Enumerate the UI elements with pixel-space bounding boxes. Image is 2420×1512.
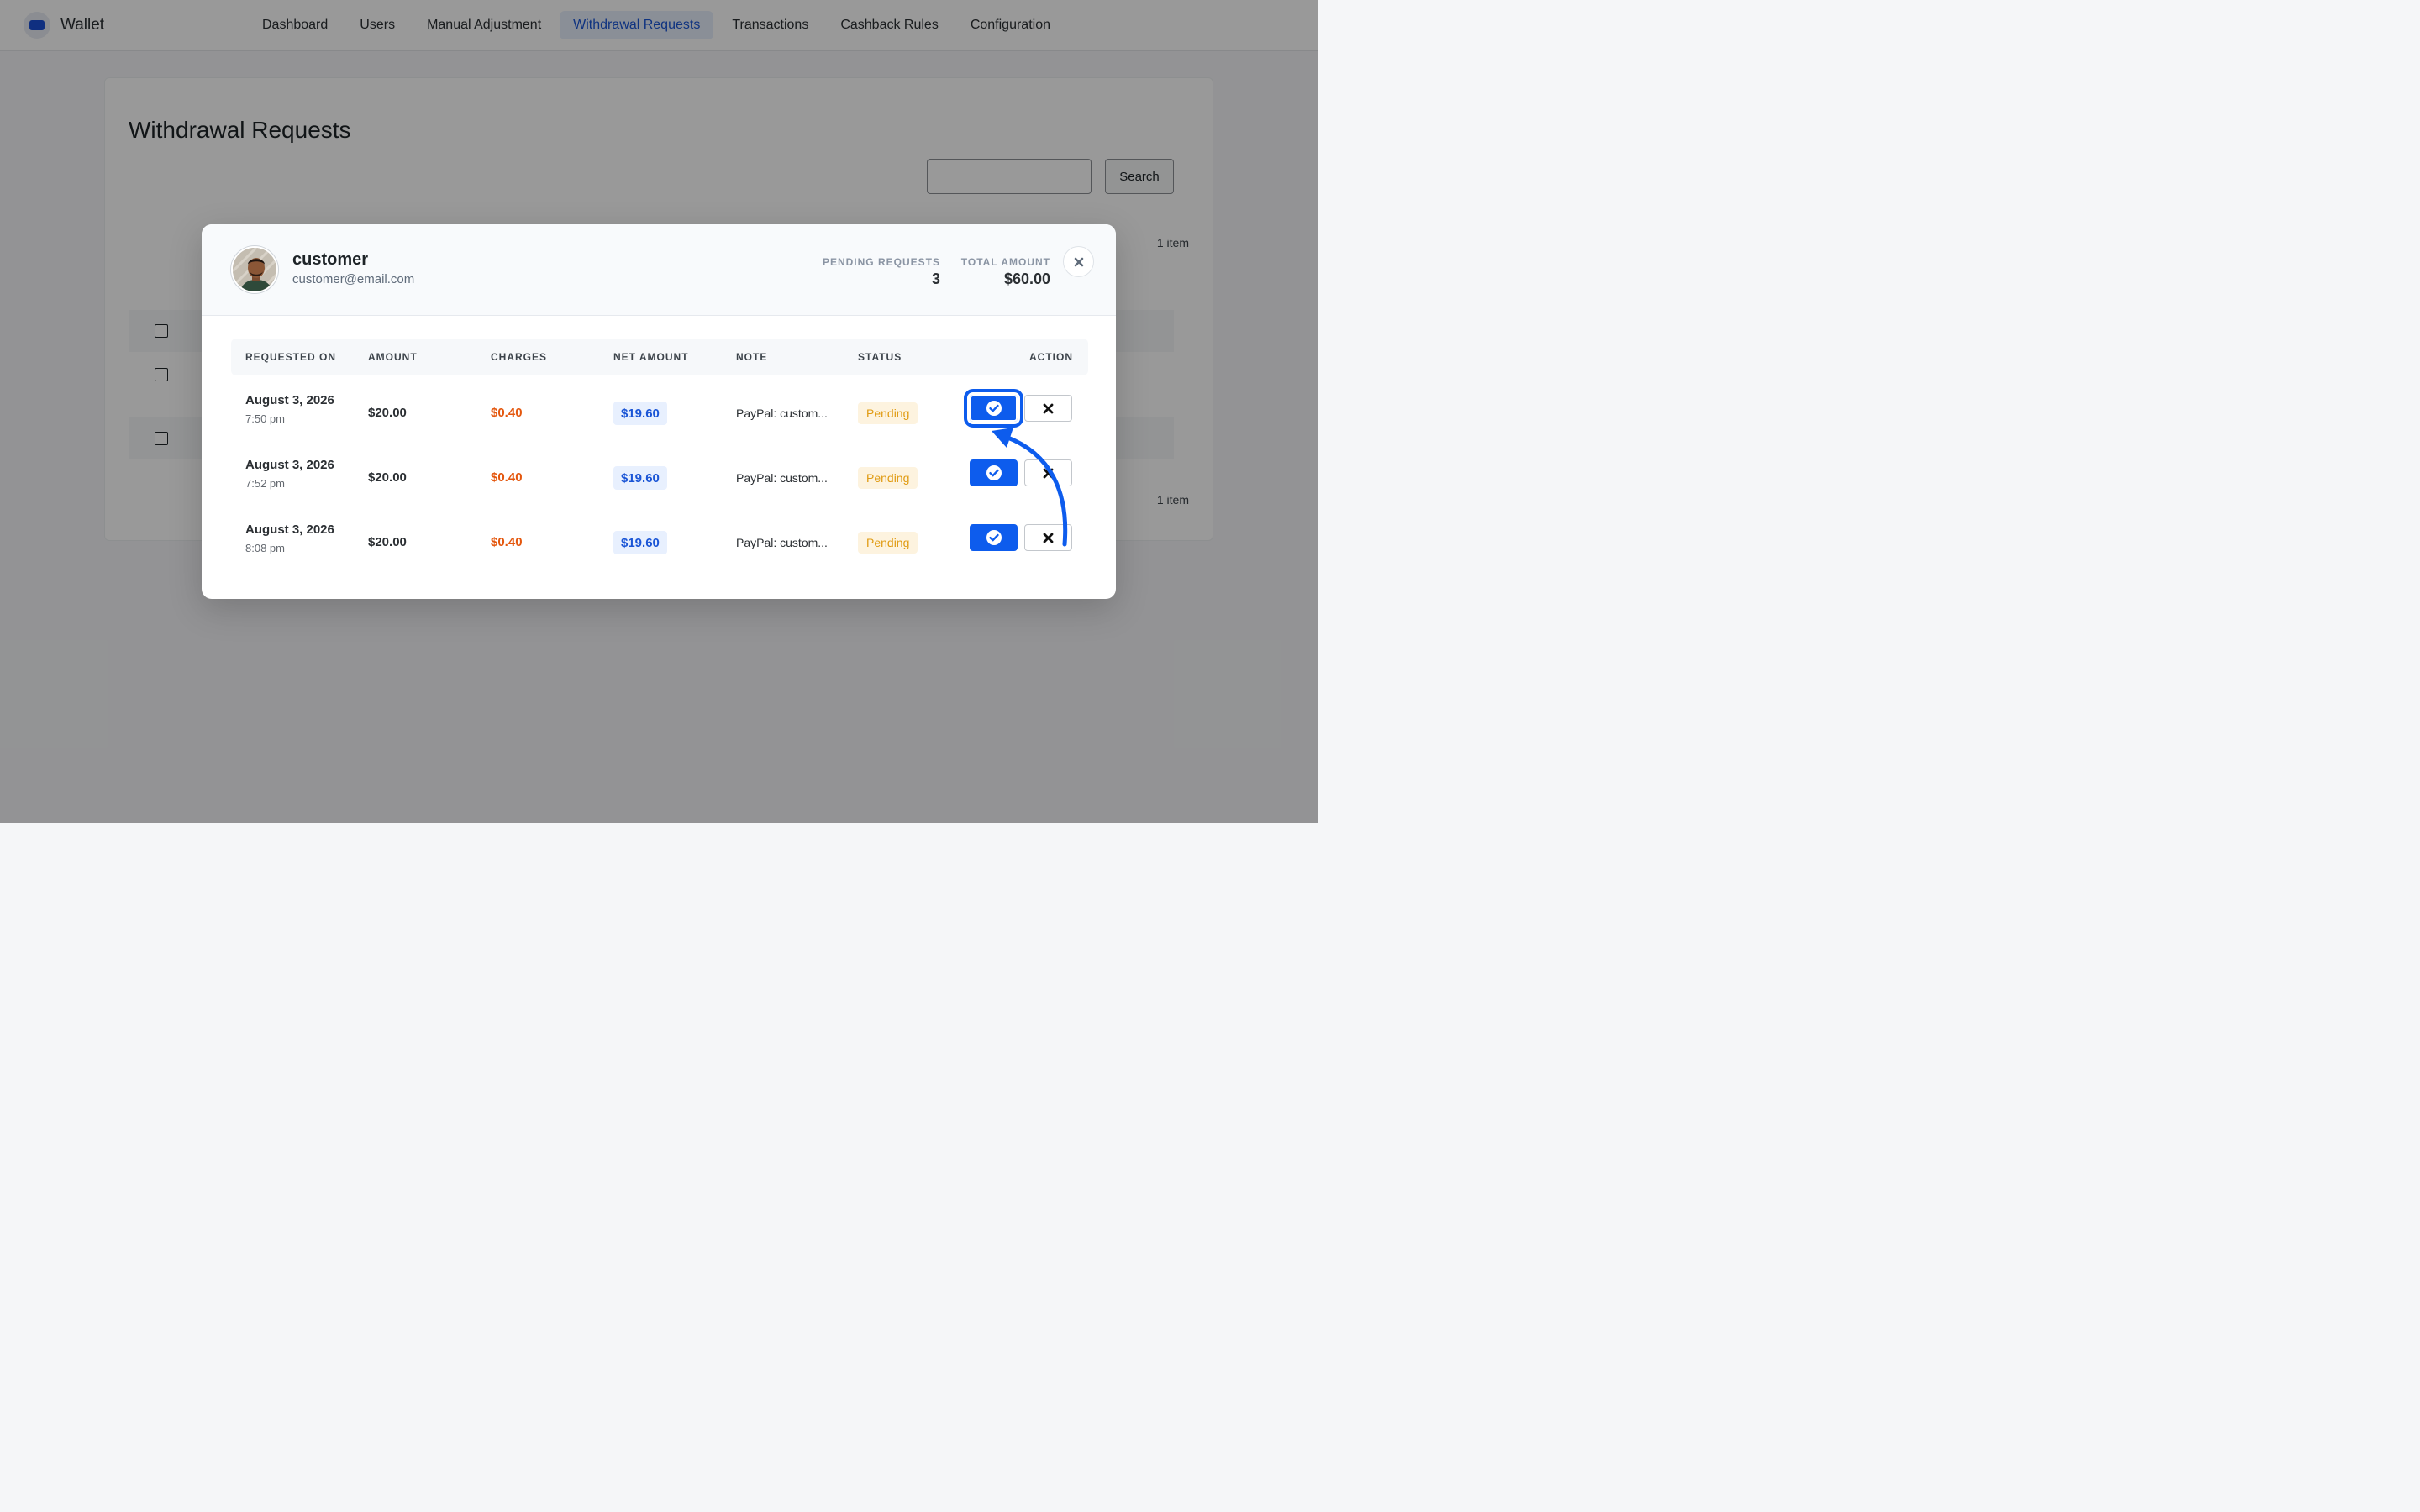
x-icon xyxy=(1043,468,1054,478)
reject-button[interactable] xyxy=(1024,524,1072,551)
note: PayPal: custom... xyxy=(736,407,828,420)
amount: $20.00 xyxy=(368,406,407,420)
column-action: ACTION xyxy=(1029,351,1073,363)
check-circle-icon xyxy=(986,530,1002,545)
approve-button[interactable] xyxy=(964,389,1023,428)
charges: $0.40 xyxy=(491,406,523,420)
amount: $20.00 xyxy=(368,470,407,485)
x-icon xyxy=(1043,533,1054,543)
requested-time: 8:08 pm xyxy=(245,542,285,554)
check-circle-icon xyxy=(986,401,1002,416)
close-icon xyxy=(1074,257,1083,266)
pending-requests-label: PENDING REQUESTS xyxy=(822,256,940,268)
net-amount: $19.60 xyxy=(613,466,667,490)
column-charges: CHARGES xyxy=(491,351,548,363)
reject-button[interactable] xyxy=(1024,459,1072,486)
total-amount-value: $60.00 xyxy=(1003,270,1050,287)
table-row: August 3, 2026 7:52 pm $20.00 $0.40 $19.… xyxy=(231,449,1088,509)
note: PayPal: custom... xyxy=(736,471,828,485)
net-amount: $19.60 xyxy=(613,402,667,425)
avatar xyxy=(231,246,278,293)
note: PayPal: custom... xyxy=(736,536,828,549)
requests-table-header: REQUESTED ON AMOUNT CHARGES NET AMOUNT N… xyxy=(231,339,1088,375)
approve-button[interactable] xyxy=(970,459,1018,486)
approve-button[interactable] xyxy=(970,524,1018,551)
table-row: August 3, 2026 7:50 pm $20.00 $0.40 $19.… xyxy=(231,384,1088,444)
amount: $20.00 xyxy=(368,535,407,549)
requested-time: 7:52 pm xyxy=(245,477,285,490)
requested-time: 7:50 pm xyxy=(245,412,285,425)
status-badge: Pending xyxy=(858,467,918,489)
reject-button[interactable] xyxy=(1024,395,1072,422)
column-requested-on: REQUESTED ON xyxy=(245,351,337,363)
net-amount: $19.60 xyxy=(613,531,667,554)
x-icon xyxy=(1043,403,1054,413)
check-circle-icon xyxy=(986,465,1002,480)
column-amount: AMOUNT xyxy=(368,351,418,363)
pending-requests-value: 3 xyxy=(931,270,940,287)
status-badge: Pending xyxy=(858,532,918,554)
requested-date: August 3, 2026 xyxy=(245,393,334,407)
user-name: customer xyxy=(292,250,369,269)
total-amount-label: TOTAL AMOUNT xyxy=(960,256,1050,268)
charges: $0.40 xyxy=(491,535,523,549)
status-badge: Pending xyxy=(858,402,918,424)
user-email: customer@email.com xyxy=(292,272,415,286)
charges: $0.40 xyxy=(491,470,523,485)
column-note: NOTE xyxy=(736,351,768,363)
table-row: August 3, 2026 8:08 pm $20.00 $0.40 $19.… xyxy=(231,513,1088,574)
modal-header: customer customer@email.com PENDING REQU… xyxy=(202,224,1116,316)
withdrawal-requests-modal: customer customer@email.com PENDING REQU… xyxy=(202,224,1116,599)
column-net-amount: NET AMOUNT xyxy=(613,351,689,363)
requested-date: August 3, 2026 xyxy=(245,458,334,472)
close-button[interactable] xyxy=(1063,246,1094,277)
column-status: STATUS xyxy=(858,351,902,363)
requested-date: August 3, 2026 xyxy=(245,522,334,537)
